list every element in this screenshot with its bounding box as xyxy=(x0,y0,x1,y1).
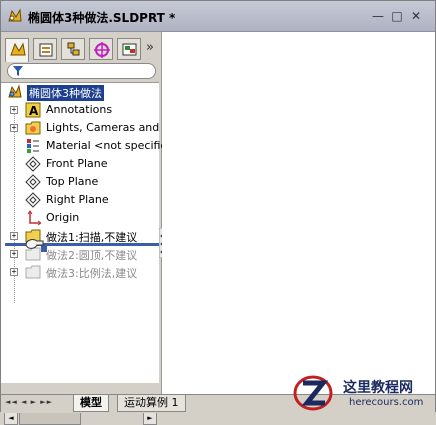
expand-toggle[interactable]: + xyxy=(10,268,18,276)
tree-item-right-plane[interactable]: Right Plane xyxy=(1,191,159,209)
watermark-logo-icon xyxy=(293,375,333,411)
more-tabs-icon[interactable]: » xyxy=(146,40,154,55)
site-watermark: 这里教程网 herecours.com xyxy=(291,373,436,413)
configuration-manager-icon xyxy=(67,42,80,56)
svg-text:A: A xyxy=(29,104,39,118)
tree-item-lights[interactable]: + Lights, Cameras and Sc xyxy=(1,119,176,137)
tree-item-method-3[interactable]: + 做法3:比例法,建议 xyxy=(1,263,159,281)
tab-display-manager[interactable] xyxy=(117,38,141,60)
graphics-area[interactable] xyxy=(162,32,435,394)
property-manager-icon xyxy=(39,43,53,57)
feature-tree: 椭圆体3种做法 + A Annotations + Lights, Camera… xyxy=(1,82,176,383)
display-manager-icon xyxy=(122,43,137,56)
tree-item-label: 做法3:比例法,建议 xyxy=(46,267,138,280)
solidworks-part-icon xyxy=(8,8,22,22)
scroll-left-icon[interactable]: ◄ xyxy=(4,411,18,425)
window-title: 椭圆体3种做法.SLDPRT * xyxy=(28,11,176,25)
scroll-thumb[interactable] xyxy=(19,411,81,425)
part-window: 椭圆体3种做法.SLDPRT * — □ ✕ » 椭圆体3种做法 + A Ann… xyxy=(0,0,436,425)
plane-icon xyxy=(25,156,41,172)
tree-item-label: 做法2:圆顶,不建议 xyxy=(46,249,138,262)
folder-icon xyxy=(25,265,41,279)
feature-manager-icon xyxy=(10,42,26,56)
annotations-icon: A xyxy=(25,102,41,118)
tree-item-label: Front Plane xyxy=(46,157,108,170)
close-button[interactable]: ✕ xyxy=(409,9,423,23)
tab-nav-arrows-icon[interactable]: ◄◄ ◄ ► ►► xyxy=(5,398,53,406)
origin-icon xyxy=(27,210,41,226)
tree-item-origin[interactable]: Origin xyxy=(1,209,159,227)
tab-dimxpert-manager[interactable] xyxy=(89,38,113,60)
tree-root[interactable]: 椭圆体3种做法 xyxy=(1,83,159,101)
tree-item-material[interactable]: Material <not specified xyxy=(1,137,174,155)
tree-item-top-plane[interactable]: Top Plane xyxy=(1,173,159,191)
maximize-button[interactable]: □ xyxy=(390,9,404,23)
lights-folder-icon xyxy=(25,121,41,135)
tree-item-label: Right Plane xyxy=(46,193,109,206)
expand-toggle[interactable]: + xyxy=(10,124,18,132)
tab-motion-study[interactable]: 运动算例 1 xyxy=(117,395,186,412)
tab-configuration-manager[interactable] xyxy=(61,38,85,60)
tree-item-label: Material <not specified xyxy=(46,139,175,152)
expand-toggle[interactable]: + xyxy=(10,232,18,240)
plane-icon xyxy=(25,192,41,208)
tree-item-label: Annotations xyxy=(46,103,113,116)
watermark-title: 这里教程网 xyxy=(343,380,413,396)
feature-manager-panel: » 椭圆体3种做法 + A Annotations + Lights, Came… xyxy=(1,32,176,425)
part-icon xyxy=(8,84,22,98)
scroll-right-icon[interactable]: ► xyxy=(143,411,157,425)
tab-feature-manager[interactable] xyxy=(5,38,29,62)
watermark-url: herecours.com xyxy=(349,397,424,408)
minimize-button[interactable]: — xyxy=(371,9,385,23)
tree-filter-input[interactable] xyxy=(7,63,156,79)
title-bar[interactable]: 椭圆体3种做法.SLDPRT * — □ ✕ xyxy=(1,1,435,32)
plane-icon xyxy=(25,174,41,190)
tree-item-label: Lights, Cameras and Sc xyxy=(46,121,176,134)
tree-root-label: 椭圆体3种做法 xyxy=(27,85,104,101)
tree-item-label: Top Plane xyxy=(46,175,99,188)
tab-property-manager[interactable] xyxy=(33,38,57,60)
rollback-hand-icon xyxy=(25,239,47,252)
expand-toggle[interactable]: + xyxy=(10,106,18,114)
tab-model[interactable]: 模型 xyxy=(73,395,109,412)
filter-icon xyxy=(13,66,23,76)
tree-item-annotations[interactable]: + A Annotations xyxy=(1,101,159,119)
material-icon xyxy=(27,139,39,153)
dimxpert-icon xyxy=(94,42,110,58)
expand-toggle[interactable]: + xyxy=(10,250,18,258)
tree-item-front-plane[interactable]: Front Plane xyxy=(1,155,159,173)
tree-item-label: Origin xyxy=(46,211,80,224)
